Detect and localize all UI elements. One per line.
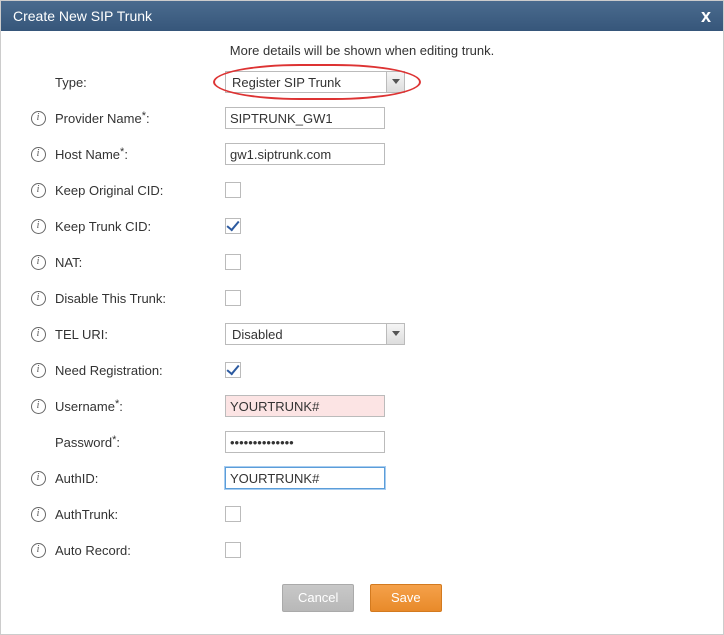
row-authtrunk: i AuthTrunk:	[21, 496, 703, 532]
dialog-content: More details will be shown when editing …	[1, 31, 723, 634]
close-icon[interactable]: x	[701, 1, 711, 31]
info-icon[interactable]: i	[31, 183, 46, 198]
info-icon[interactable]: i	[31, 327, 46, 342]
tel-uri-select-value: Disabled	[226, 324, 386, 344]
label-type: Type:	[55, 75, 225, 90]
info-icon[interactable]: i	[31, 255, 46, 270]
label-host: Host Name*:	[55, 147, 225, 162]
type-select[interactable]: Register SIP Trunk	[225, 71, 405, 93]
label-auto-record: Auto Record:	[55, 543, 225, 558]
label-password: Password*:	[55, 435, 225, 450]
tel-uri-select[interactable]: Disabled	[225, 323, 405, 345]
row-keep-trunk-cid: i Keep Trunk CID:	[21, 208, 703, 244]
info-icon[interactable]: i	[31, 399, 46, 414]
row-disable-trunk: i Disable This Trunk:	[21, 280, 703, 316]
label-keep-trunk-cid: Keep Trunk CID:	[55, 219, 225, 234]
label-nat: NAT:	[55, 255, 225, 270]
info-icon[interactable]: i	[31, 291, 46, 306]
row-tel-uri: i TEL URI: Disabled	[21, 316, 703, 352]
password-input[interactable]	[225, 431, 385, 453]
dialog-title: Create New SIP Trunk	[13, 1, 152, 31]
row-keep-original-cid: i Keep Original CID:	[21, 172, 703, 208]
info-icon[interactable]: i	[31, 543, 46, 558]
keep-trunk-cid-checkbox[interactable]	[225, 218, 241, 234]
dialog-hint: More details will be shown when editing …	[21, 43, 703, 58]
label-tel-uri: TEL URI:	[55, 327, 225, 342]
info-icon[interactable]: i	[31, 507, 46, 522]
info-icon[interactable]: i	[31, 363, 46, 378]
chevron-down-icon	[386, 72, 404, 92]
label-need-registration: Need Registration:	[55, 363, 225, 378]
host-name-input[interactable]	[225, 143, 385, 165]
info-icon[interactable]: i	[31, 147, 46, 162]
keep-original-cid-checkbox[interactable]	[225, 182, 241, 198]
nat-checkbox[interactable]	[225, 254, 241, 270]
row-authid: i AuthID:	[21, 460, 703, 496]
row-need-registration: i Need Registration:	[21, 352, 703, 388]
row-nat: i NAT:	[21, 244, 703, 280]
chevron-down-icon	[386, 324, 404, 344]
provider-name-input[interactable]	[225, 107, 385, 129]
cancel-button[interactable]: Cancel	[282, 584, 354, 612]
label-keep-original-cid: Keep Original CID:	[55, 183, 225, 198]
label-authtrunk: AuthTrunk:	[55, 507, 225, 522]
row-password: Password*:	[21, 424, 703, 460]
row-type: Type: Register SIP Trunk	[21, 64, 703, 100]
row-username: i Username*:	[21, 388, 703, 424]
label-disable-trunk: Disable This Trunk:	[55, 291, 225, 306]
row-host: i Host Name*:	[21, 136, 703, 172]
row-auto-record: i Auto Record:	[21, 532, 703, 568]
type-select-value: Register SIP Trunk	[226, 72, 386, 92]
auto-record-checkbox[interactable]	[225, 542, 241, 558]
label-provider: Provider Name*:	[55, 111, 225, 126]
save-button[interactable]: Save	[370, 584, 442, 612]
need-registration-checkbox[interactable]	[225, 362, 241, 378]
row-provider: i Provider Name*:	[21, 100, 703, 136]
disable-trunk-checkbox[interactable]	[225, 290, 241, 306]
titlebar: Create New SIP Trunk x	[1, 1, 723, 31]
authid-input[interactable]	[225, 467, 385, 489]
username-input[interactable]	[225, 395, 385, 417]
authtrunk-checkbox[interactable]	[225, 506, 241, 522]
info-icon[interactable]: i	[31, 219, 46, 234]
dialog: Create New SIP Trunk x More details will…	[0, 0, 724, 635]
info-icon[interactable]: i	[31, 111, 46, 126]
label-authid: AuthID:	[55, 471, 225, 486]
label-username: Username*:	[55, 399, 225, 414]
info-icon[interactable]: i	[31, 471, 46, 486]
dialog-footer: Cancel Save	[21, 568, 703, 614]
